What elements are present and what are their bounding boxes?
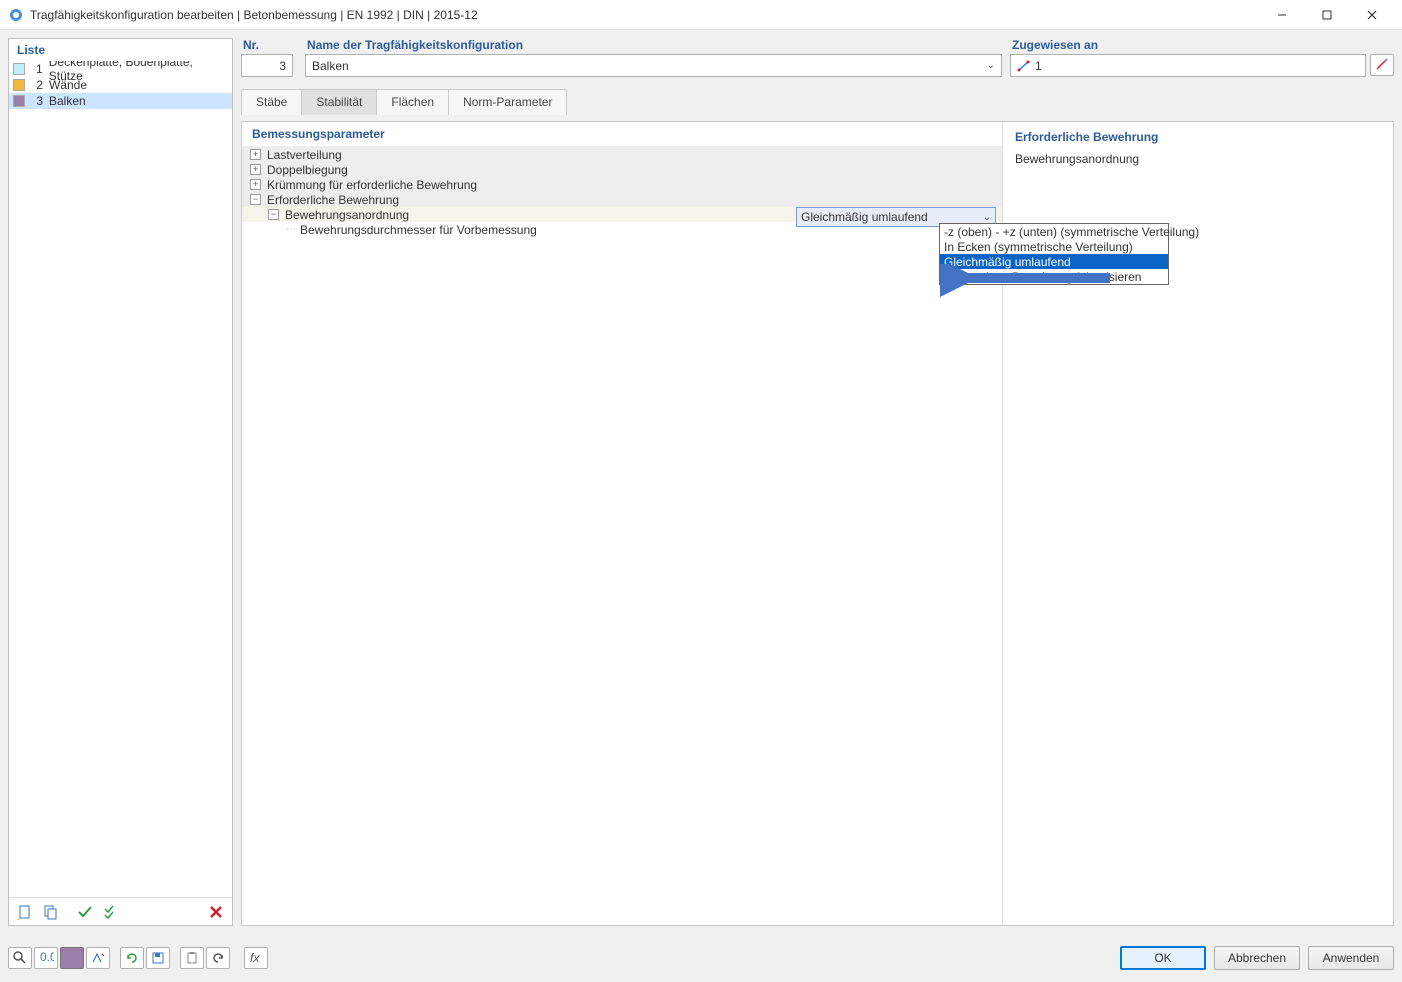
list-item-1[interactable]: 1 Deckenplatte, Bodenplatte, Stütze bbox=[9, 61, 232, 77]
name-select-value: Balken bbox=[312, 59, 349, 73]
tree-row-kruemmung[interactable]: + Krümmung für erforderliche Bewehrung bbox=[242, 177, 1002, 192]
name-label: Name der Tragfähigkeitskonfiguration bbox=[305, 38, 1002, 52]
svg-text:fx: fx bbox=[250, 951, 260, 965]
zugewiesen-input[interactable]: 1 bbox=[1010, 54, 1366, 77]
ok-button[interactable]: OK bbox=[1120, 946, 1206, 970]
delete-button[interactable] bbox=[204, 901, 228, 923]
combo-value: Gleichmäßig umlaufend bbox=[801, 210, 928, 224]
tree-row-doppelbiegung[interactable]: + Doppelbiegung bbox=[242, 162, 1002, 177]
params-header: Bemessungsparameter bbox=[242, 122, 1002, 147]
list-item-label: Balken bbox=[49, 94, 86, 108]
zugewiesen-value: 1 bbox=[1035, 59, 1042, 73]
list-header: Liste bbox=[9, 39, 232, 61]
tab-norm-parameter[interactable]: Norm-Parameter bbox=[448, 89, 567, 115]
color-button[interactable] bbox=[60, 947, 84, 969]
tab-stabilitaet[interactable]: Stabilität bbox=[301, 89, 377, 115]
svg-text:0.00: 0.00 bbox=[40, 950, 54, 964]
info-title: Erforderliche Bewehrung bbox=[1015, 130, 1381, 144]
save-button[interactable] bbox=[146, 947, 170, 969]
tab-staebe[interactable]: Stäbe bbox=[241, 89, 302, 115]
expand-icon[interactable]: + bbox=[250, 164, 261, 175]
annotation-arrow-icon bbox=[940, 264, 1120, 304]
close-button[interactable] bbox=[1349, 0, 1394, 30]
function-button[interactable]: fx bbox=[244, 947, 268, 969]
list-item-label: Wände bbox=[49, 78, 87, 92]
chevron-down-icon: ⌄ bbox=[987, 60, 995, 71]
nr-input[interactable] bbox=[241, 54, 293, 77]
tree-label: Doppelbiegung bbox=[267, 163, 348, 177]
pick-member-button[interactable] bbox=[1370, 54, 1394, 76]
apply-button[interactable]: Anwenden bbox=[1308, 946, 1394, 970]
tree-row-lastverteilung[interactable]: + Lastverteilung bbox=[242, 147, 1002, 162]
window-title: Tragfähigkeitskonfiguration bearbeiten |… bbox=[30, 8, 478, 22]
name-select[interactable]: Balken ⌄ bbox=[305, 54, 1002, 77]
refresh-button[interactable] bbox=[120, 947, 144, 969]
list-item-num: 1 bbox=[31, 62, 43, 76]
zugewiesen-label: Zugewiesen an bbox=[1010, 38, 1394, 52]
tree-label: Erforderliche Bewehrung bbox=[267, 193, 399, 207]
list-item-3[interactable]: 3 Balken bbox=[9, 93, 232, 109]
app-icon bbox=[8, 7, 24, 23]
tree-label: Lastverteilung bbox=[267, 148, 342, 162]
search-button[interactable] bbox=[8, 947, 32, 969]
check-single-button[interactable] bbox=[73, 901, 97, 923]
collapse-icon[interactable]: − bbox=[250, 194, 261, 205]
list-swatch-icon bbox=[13, 95, 25, 107]
member-icon bbox=[1017, 59, 1031, 73]
assign-button[interactable] bbox=[86, 947, 110, 969]
undo-button[interactable] bbox=[206, 947, 230, 969]
check-all-button[interactable] bbox=[99, 901, 123, 923]
list-swatch-icon bbox=[13, 79, 25, 91]
chevron-down-icon: ⌄ bbox=[983, 212, 991, 223]
expand-icon[interactable]: + bbox=[250, 179, 261, 190]
tree-label: Bewehrungsdurchmesser für Vorbemessung bbox=[300, 223, 537, 237]
clipboard-button[interactable] bbox=[180, 947, 204, 969]
tree-row-erforderliche-bewehrung[interactable]: −Erforderliche Bewehrung bbox=[242, 192, 1002, 207]
units-button[interactable]: 0.00 bbox=[34, 947, 58, 969]
list-swatch-icon bbox=[13, 63, 25, 75]
copy-button[interactable] bbox=[39, 901, 63, 923]
dropdown-option-z-sym[interactable]: -z (oben) - +z (unten) (symmetrische Ver… bbox=[940, 224, 1168, 239]
list-item-num: 3 bbox=[31, 94, 43, 108]
expand-icon[interactable]: + bbox=[250, 149, 261, 160]
list-item-num: 2 bbox=[31, 78, 43, 92]
collapse-icon[interactable]: − bbox=[268, 209, 279, 220]
minimize-button[interactable] bbox=[1259, 0, 1304, 30]
dropdown-option-ecken[interactable]: In Ecken (symmetrische Verteilung) bbox=[940, 239, 1168, 254]
maximize-button[interactable] bbox=[1304, 0, 1349, 30]
tree-connector-icon: ⋯ bbox=[286, 224, 296, 235]
info-text: Bewehrungsanordnung bbox=[1015, 152, 1381, 166]
cancel-button[interactable]: Abbrechen bbox=[1214, 946, 1300, 970]
new-button[interactable] bbox=[13, 901, 37, 923]
tree-label: Bewehrungsanordnung bbox=[285, 208, 409, 222]
tree-label: Krümmung für erforderliche Bewehrung bbox=[267, 178, 477, 192]
nr-label: Nr. bbox=[241, 38, 297, 52]
tab-flaechen[interactable]: Flächen bbox=[376, 89, 449, 115]
